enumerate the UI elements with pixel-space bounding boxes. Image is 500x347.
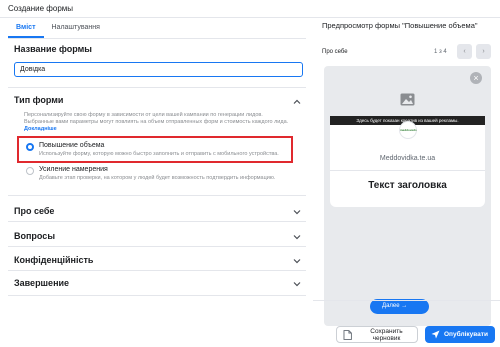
tab-settings[interactable]: Налаштування bbox=[44, 20, 108, 38]
document-icon bbox=[343, 329, 352, 340]
preview-nav-bar: Про себе 1 з 4 ‹ › bbox=[322, 44, 494, 61]
radio-volume[interactable] bbox=[26, 143, 34, 151]
card-divider bbox=[330, 170, 485, 171]
radio-intent[interactable] bbox=[26, 167, 34, 175]
preview-step-label: Про себе bbox=[322, 49, 348, 55]
preview-next-label: Далее bbox=[382, 303, 400, 309]
section-about-title[interactable]: Про себе bbox=[14, 206, 54, 216]
form-name-input[interactable] bbox=[14, 62, 303, 77]
divider bbox=[8, 270, 306, 271]
form-type-description: Персонализируйте свою форму в зависимост… bbox=[24, 112, 294, 133]
preview-step-counter: 1 з 4 bbox=[434, 49, 447, 55]
preview-card: meddoveds Meddovidka.te.ua Текст заголов… bbox=[330, 121, 485, 207]
tab-content[interactable]: Вміст bbox=[8, 20, 44, 38]
chevron-down-icon[interactable] bbox=[292, 279, 302, 289]
chevron-down-icon[interactable] bbox=[292, 207, 302, 217]
form-type-heading: Тип форми bbox=[14, 95, 64, 105]
chevron-right-icon: › bbox=[482, 48, 485, 55]
option-intent-description: Добавьте этап проверки, на котором у люд… bbox=[39, 175, 276, 181]
editor-tabs: Вміст Налаштування bbox=[8, 20, 108, 38]
save-draft-label: Сохранить черновик bbox=[370, 327, 403, 342]
form-name-heading: Название формы bbox=[14, 44, 92, 54]
form-type-description-text: Персонализируйте свою форму в зависимост… bbox=[24, 112, 289, 125]
option-intent-title[interactable]: Усиление намерения bbox=[39, 166, 108, 173]
page-logo-text: meddoveds bbox=[400, 128, 417, 132]
option-volume-description: Используйте форму, которую можно быстро … bbox=[39, 151, 279, 157]
divider bbox=[8, 295, 306, 296]
divider bbox=[8, 87, 306, 88]
preview-next-button[interactable]: Далее → bbox=[370, 299, 429, 314]
section-privacy-title[interactable]: Конфіденційність bbox=[14, 255, 93, 265]
next-step-button[interactable]: › bbox=[476, 44, 491, 59]
window-titlebar: Создание формы bbox=[0, 0, 500, 18]
chevron-down-icon[interactable] bbox=[292, 232, 302, 242]
tabs-divider bbox=[8, 38, 306, 39]
publish-label: Опублікувати bbox=[444, 331, 488, 338]
chevron-up-icon[interactable] bbox=[292, 97, 302, 107]
footer-divider bbox=[313, 300, 500, 301]
chevron-left-icon: ‹ bbox=[463, 48, 466, 55]
save-draft-button[interactable]: Сохранить черновик bbox=[336, 326, 418, 343]
divider bbox=[8, 221, 306, 222]
preview-panel: Предпросмотр формы "Повышение объема" Пр… bbox=[313, 18, 500, 347]
form-editor-panel: Вміст Налаштування Название формы Тип фо… bbox=[0, 18, 313, 347]
publish-button[interactable]: Опублікувати bbox=[425, 326, 495, 343]
arrow-right-icon: → bbox=[401, 303, 408, 309]
window-title: Создание формы bbox=[8, 4, 74, 13]
option-volume-title[interactable]: Повышение объема bbox=[39, 142, 104, 149]
chevron-down-icon[interactable] bbox=[292, 256, 302, 266]
preview-title: Предпросмотр формы "Повышение объема" bbox=[322, 21, 478, 30]
image-placeholder-icon bbox=[400, 93, 415, 106]
learn-more-link[interactable]: Докладніше bbox=[24, 126, 57, 132]
phone-preview: × Здесь будет показан креатив из вашей р… bbox=[324, 66, 491, 326]
divider bbox=[8, 246, 306, 247]
selected-option-highlight bbox=[17, 136, 293, 163]
prev-step-button[interactable]: ‹ bbox=[457, 44, 472, 59]
preview-headline: Текст заголовка bbox=[368, 180, 447, 191]
section-questions-title[interactable]: Вопросы bbox=[14, 231, 55, 241]
divider bbox=[8, 195, 306, 196]
section-completion-title[interactable]: Завершение bbox=[14, 278, 69, 288]
send-icon bbox=[431, 330, 440, 339]
preview-domain: Meddovidka.te.ua bbox=[379, 155, 436, 162]
page-logo: meddoveds bbox=[399, 121, 417, 139]
close-icon[interactable]: × bbox=[470, 72, 482, 84]
